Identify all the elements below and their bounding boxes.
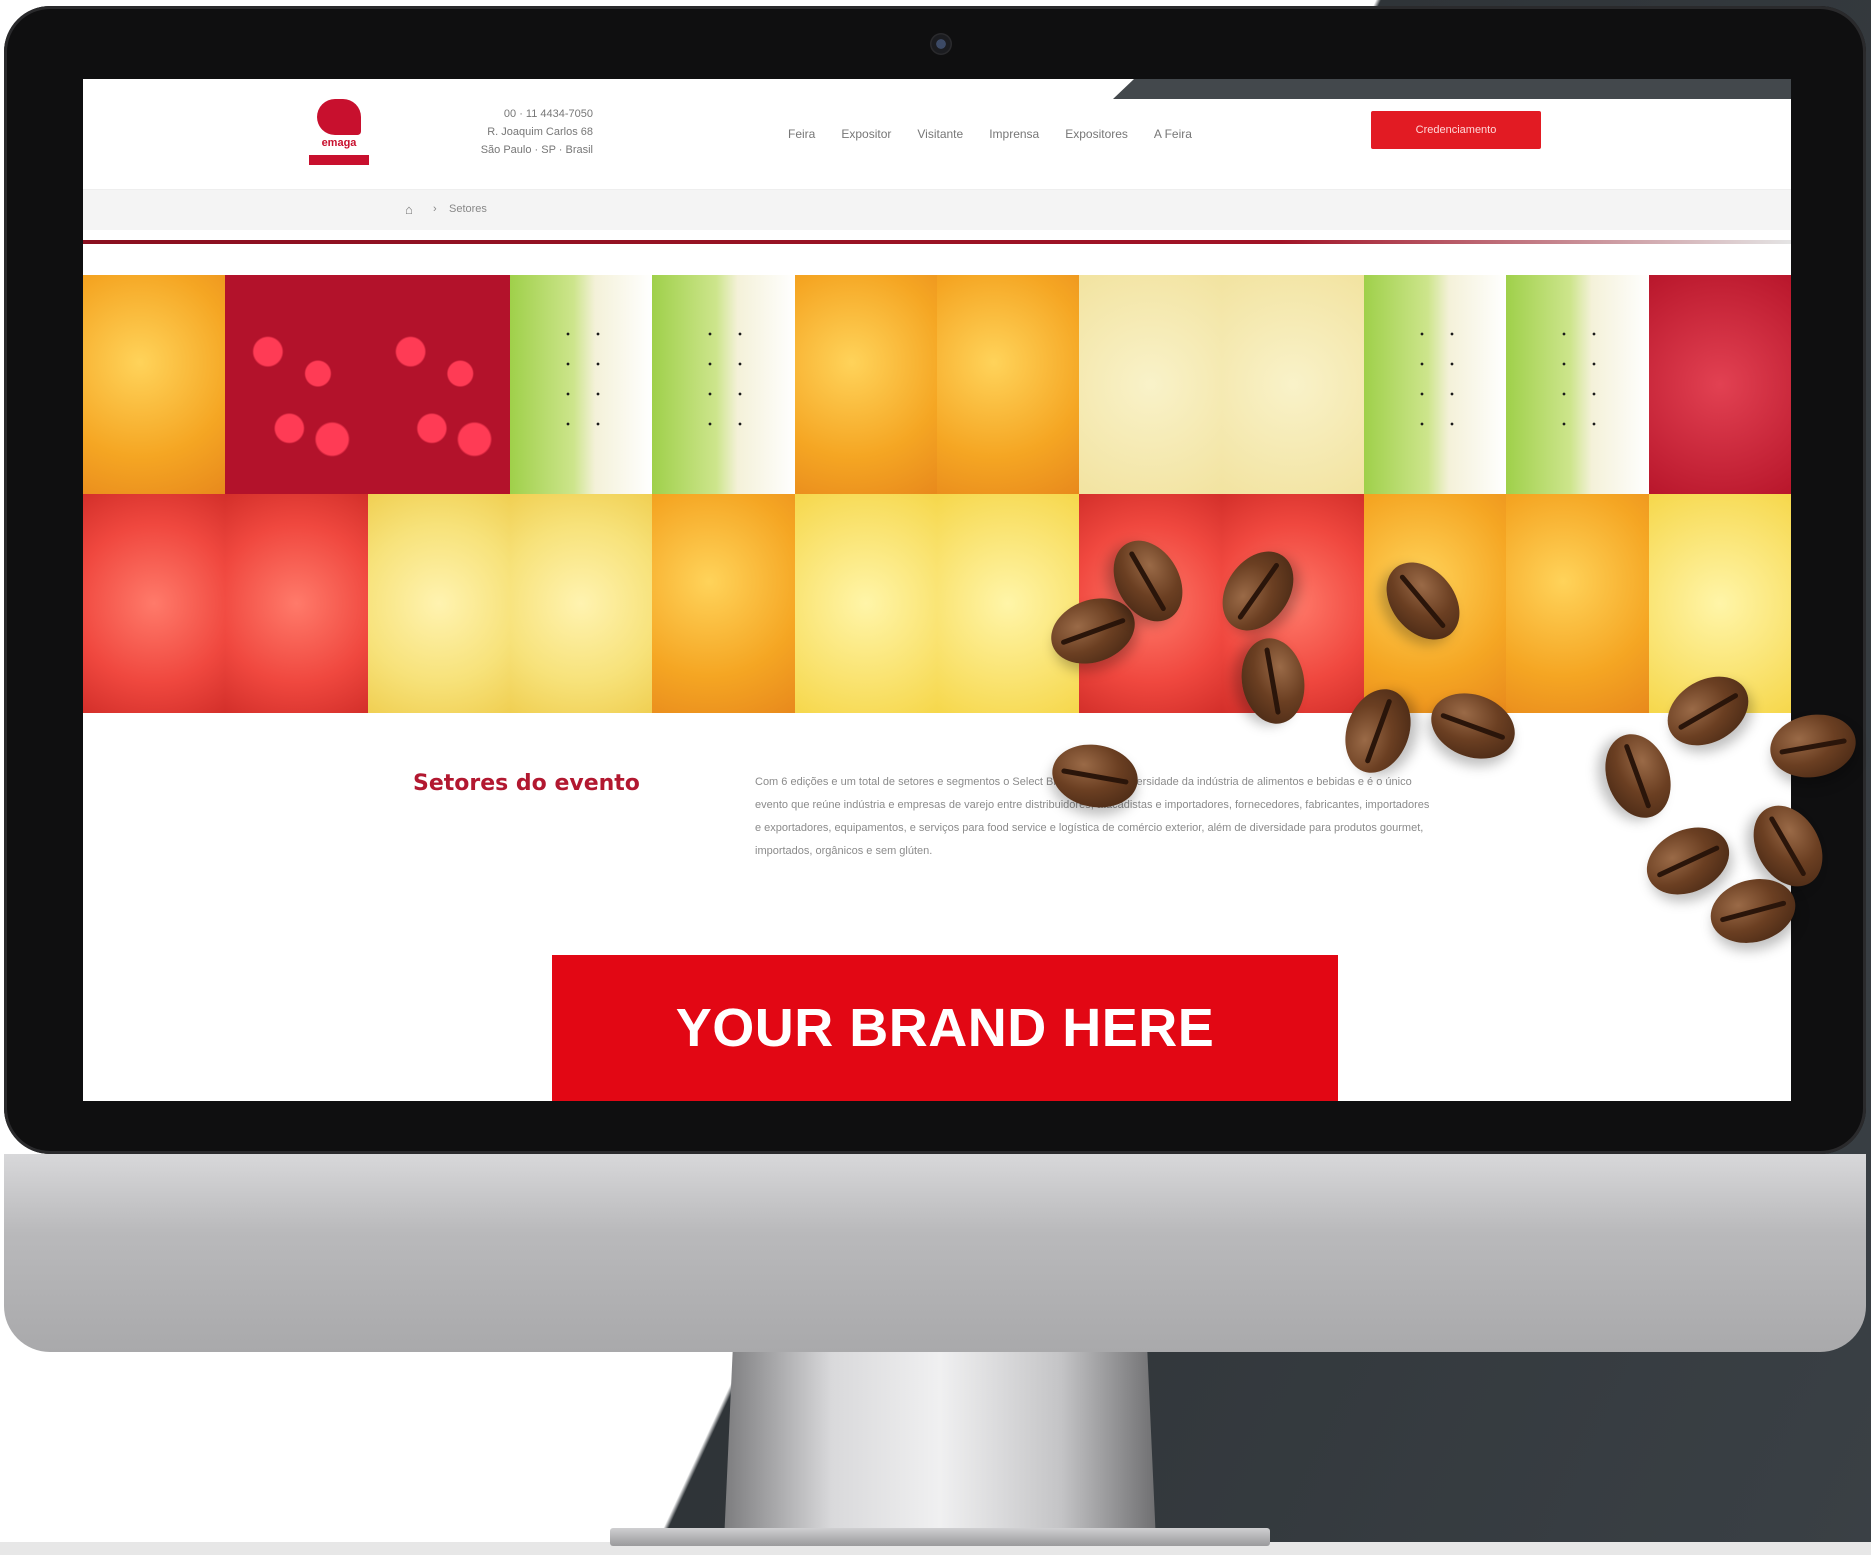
hero-tile (794, 275, 937, 494)
brand-banner[interactable]: YOUR BRAND HERE (552, 955, 1338, 1101)
logo-mark-icon (317, 99, 361, 135)
hero-tile (794, 494, 937, 713)
hero-tile (652, 494, 795, 713)
main-nav: Feira Expositor Visitante Imprensa Expos… (788, 127, 1192, 141)
hero-tile (509, 275, 653, 494)
logo-text: emaga (321, 137, 357, 149)
credenciamento-button[interactable]: Credenciamento (1371, 111, 1541, 149)
hero-tile (83, 275, 226, 494)
hero-tile (1221, 275, 1364, 494)
monitor-foot (610, 1528, 1270, 1546)
hero-tile (83, 494, 226, 713)
nav-item-imprensa[interactable]: Imprensa (989, 127, 1039, 141)
hero-tile (367, 494, 510, 713)
hero-tile (1363, 275, 1507, 494)
site-header: emaga 00 · 11 4434-7050 R. Joaquim Carlo… (83, 99, 1791, 190)
nav-item-a-feira[interactable]: A Feira (1154, 127, 1192, 141)
section-title: Setores do evento (413, 771, 640, 796)
nav-item-expositor[interactable]: Expositor (841, 127, 891, 141)
breadcrumb: ⌂ › Setores (83, 190, 1791, 230)
contact-city: São Paulo · SP · Brasil (480, 144, 593, 156)
hero-tile (225, 275, 368, 494)
hero-tile (225, 494, 368, 713)
logo-bar (309, 155, 369, 165)
hero-banner (83, 275, 1791, 713)
hero-tile (509, 494, 653, 713)
breadcrumb-current: Setores (449, 203, 487, 215)
site-logo[interactable]: emaga (309, 99, 369, 179)
home-icon[interactable]: ⌂ (405, 202, 413, 217)
monitor-chin (4, 1154, 1866, 1352)
contact-phone: 00 · 11 4434-7050 (503, 108, 593, 120)
contact-info: 00 · 11 4434-7050 R. Joaquim Carlos 68 S… (423, 105, 593, 159)
nav-item-expositores[interactable]: Expositores (1065, 127, 1128, 141)
screen: emaga 00 · 11 4434-7050 R. Joaquim Carlo… (83, 79, 1791, 1101)
nav-item-feira[interactable]: Feira (788, 127, 815, 141)
hero-tile (936, 494, 1080, 713)
monitor-stand (724, 1352, 1156, 1542)
camera-icon (930, 33, 952, 55)
hero-tile (367, 275, 510, 494)
nav-item-visitante[interactable]: Visitante (917, 127, 963, 141)
hero-tile (1506, 275, 1649, 494)
hero-tile (1648, 275, 1791, 494)
contact-street: R. Joaquim Carlos 68 (487, 126, 593, 138)
screen-glare (1113, 79, 1791, 99)
header-divider (83, 240, 1791, 244)
hero-tile (1079, 275, 1222, 494)
breadcrumb-separator: › (433, 203, 437, 215)
hero-tile (936, 275, 1080, 494)
hero-tile (1506, 494, 1649, 713)
hero-tile (652, 275, 795, 494)
